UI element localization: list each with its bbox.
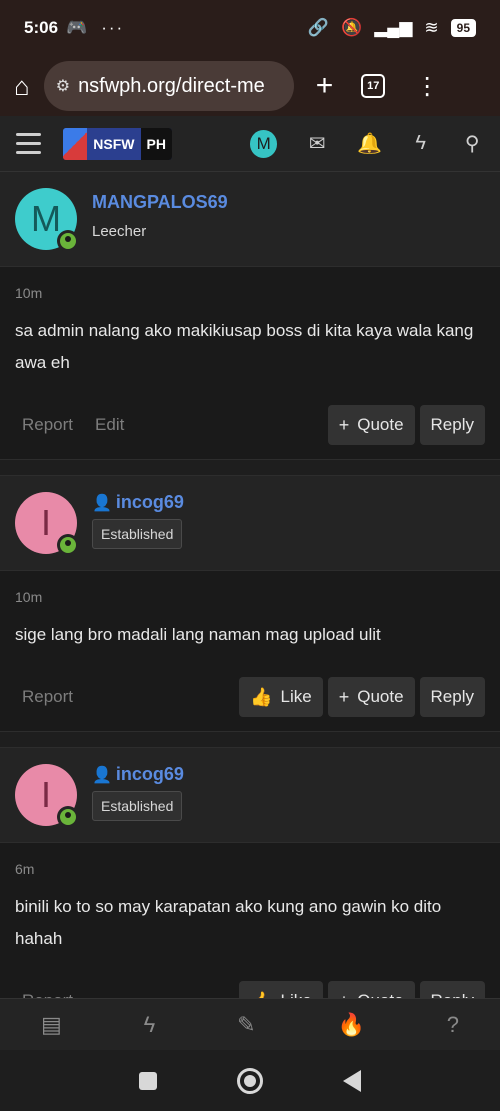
post-actions: Report 👍 Like + Quote Reply: [0, 663, 500, 731]
avatar[interactable]: M: [15, 188, 79, 252]
status-icons: 🔗 🔕 ▂▄▆ ≋ 95: [308, 18, 476, 38]
post-author: I 👤 incog69 Established: [0, 748, 500, 843]
lightning-icon[interactable]: ϟ: [409, 132, 433, 155]
browser-menu-icon[interactable]: ⋮: [415, 72, 439, 101]
avatar[interactable]: I: [15, 492, 79, 556]
post-actions: Report Edit + Quote Reply: [0, 391, 500, 459]
url-text: nsfwph.org/direct-me: [78, 74, 265, 97]
trending-icon[interactable]: 🔥: [338, 1012, 365, 1038]
post: M MANGPALOS69 Leecher 10m sa admin nalan…: [0, 172, 500, 460]
username-link[interactable]: 👤 incog69: [92, 492, 184, 513]
plus-icon: +: [338, 686, 350, 707]
hamburger-menu-icon[interactable]: [16, 133, 42, 154]
game-controller-icon: 🎮: [66, 18, 88, 37]
mute-icon: 🔕: [341, 18, 363, 37]
account-avatar[interactable]: M: [249, 129, 278, 158]
wifi-icon: ≋: [424, 18, 439, 37]
post-timestamp[interactable]: 10m: [15, 285, 485, 301]
help-icon[interactable]: ?: [447, 1012, 459, 1038]
post: I 👤 incog69 Established 10m sige lang br…: [0, 476, 500, 732]
quote-button[interactable]: + Quote: [327, 405, 415, 445]
post-message: sa admin nalang ako makikiusap boss di k…: [15, 321, 474, 372]
like-button[interactable]: 👍 Like: [239, 677, 323, 717]
browser-toolbar: ⌂ ⚙ nsfwph.org/direct-me + 17 ⋮: [0, 56, 500, 116]
user-badge: Established: [92, 519, 183, 549]
online-status-icon: [57, 534, 79, 556]
battery-indicator: 95: [450, 19, 476, 37]
home-icon[interactable]: ⌂: [14, 71, 30, 102]
online-status-icon: [57, 230, 79, 252]
site-settings-icon[interactable]: ⚙: [56, 76, 70, 96]
report-link[interactable]: Report: [22, 687, 73, 707]
avatar[interactable]: I: [15, 764, 79, 828]
signal-icon: ▂▄▆: [374, 18, 413, 37]
site-header: NSFW PH M ✉ 🔔 ϟ ⚲: [0, 116, 500, 172]
inbox-icon[interactable]: ✉: [305, 131, 329, 156]
user-badge: Established: [92, 791, 183, 821]
new-post-icon[interactable]: ✎: [237, 1012, 255, 1038]
whats-new-icon[interactable]: ϟ: [144, 1012, 156, 1038]
back-icon[interactable]: [343, 1069, 361, 1092]
username-link[interactable]: MANGPALOS69: [92, 192, 228, 213]
logo-shield-icon: [63, 127, 88, 160]
post-message: sige lang bro madali lang naman mag uplo…: [15, 625, 381, 644]
bell-icon[interactable]: 🔔: [357, 131, 382, 156]
edit-link[interactable]: Edit: [95, 415, 124, 435]
post-timestamp[interactable]: 10m: [15, 589, 485, 605]
home-button-icon[interactable]: [237, 1067, 263, 1094]
post-timestamp[interactable]: 6m: [15, 861, 485, 877]
post-message: binili ko to so may karapatan ako kung a…: [15, 897, 442, 948]
post: I 👤 incog69 Established 6m binili ko to …: [0, 748, 500, 1036]
verified-user-icon: 👤: [92, 494, 112, 512]
message-thread: M MANGPALOS69 Leecher 10m sa admin nalan…: [0, 172, 500, 1036]
forums-icon[interactable]: ▤: [41, 1012, 62, 1038]
post-author: I 👤 incog69 Established: [0, 476, 500, 571]
bottom-navigation: ▤ ϟ ✎ 🔥 ?: [0, 998, 500, 1050]
new-tab-button[interactable]: +: [316, 69, 334, 103]
search-icon[interactable]: ⚲: [460, 131, 484, 156]
site-logo[interactable]: NSFW PH: [63, 127, 172, 160]
plus-icon: +: [338, 414, 350, 435]
reply-button[interactable]: Reply: [419, 405, 485, 445]
username-link[interactable]: 👤 incog69: [92, 764, 184, 785]
tab-switcher-button[interactable]: 17: [361, 74, 386, 98]
link-icon: 🔗: [307, 18, 330, 37]
online-status-icon: [57, 806, 79, 828]
clock: 5:06: [24, 18, 59, 37]
recent-apps-icon[interactable]: [139, 1071, 157, 1090]
verified-user-icon: 👤: [92, 766, 112, 784]
address-bar[interactable]: ⚙ nsfwph.org/direct-me: [43, 61, 294, 111]
status-bar: 5:06 🎮 ··· 🔗 🔕 ▂▄▆ ≋ 95: [0, 0, 500, 56]
post-author: M MANGPALOS69 Leecher: [0, 172, 500, 267]
thumbs-up-icon: 👍: [250, 686, 273, 707]
quote-button[interactable]: + Quote: [327, 677, 415, 717]
more-notifications-icon: ···: [101, 18, 125, 37]
reply-button[interactable]: Reply: [419, 677, 485, 717]
user-title: Leecher: [92, 223, 147, 240]
system-navigation: [0, 1050, 500, 1111]
report-link[interactable]: Report: [22, 415, 73, 435]
